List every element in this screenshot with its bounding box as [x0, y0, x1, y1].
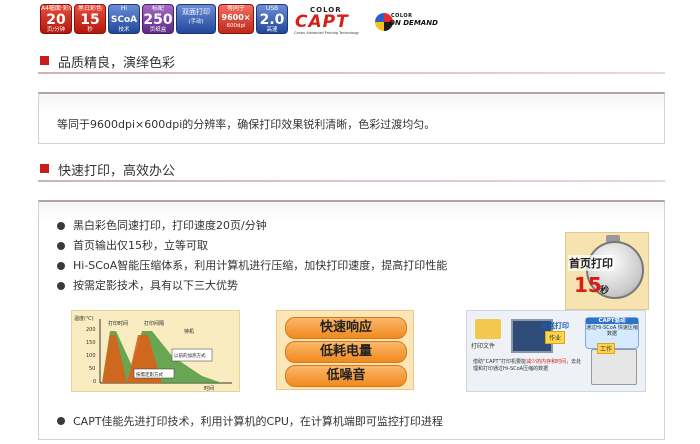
chart-tick: 50 [89, 366, 95, 372]
list-item: Hi-SCoA智能压缩体系，利用计算机进行压缩，加快打印速度，提高打印性能 [57, 256, 447, 276]
chart-tick: 100 [86, 353, 96, 359]
list-item: 黑白彩色同速打印，打印速度20页/分钟 [57, 216, 447, 236]
bullet-icon [57, 262, 65, 270]
list-item: 按需定影技术，具有以下三大优势 [57, 276, 447, 296]
desc-highlight: 减少的内存和时间 [526, 359, 567, 365]
color-on-demand-logo: COLOR ON DEMAND [375, 11, 450, 33]
stopwatch-image: 首页打印 15 秒 [565, 232, 649, 310]
badge-top-label: 等同于 [226, 5, 245, 12]
section-divider [38, 180, 665, 182]
capt-logo-word: CAPT [295, 12, 349, 32]
badge-unit: 高速 [266, 27, 278, 33]
chart-x-label: 时间 [204, 385, 214, 391]
capt-logo: COLOR CAPT Canon Advanced Printing Techn… [292, 6, 372, 36]
fusing-chart-graphic: 温度(℃) 200 150 100 50 0 打印时间 打印间隔 待机 以前的加… [74, 315, 232, 391]
chart-label: 打印间隔 [144, 320, 164, 327]
badge-unit: 技术 [118, 27, 130, 33]
task-tag: 作业 [545, 331, 566, 344]
badge-duplex: 双面打印 (手动) [176, 4, 216, 34]
bubble-title: CAPT驱动 [586, 318, 638, 324]
list-item-text: Hi-SCoA智能压缩体系，利用计算机进行压缩，加快打印速度，提高打印性能 [73, 259, 448, 272]
stopwatch-number: 15 [574, 273, 602, 297]
section-quality-panel: 等同于9600dpi×600dpi的分辨率，确保打印效果锐利清晰，色彩过渡均匀。 [38, 92, 665, 144]
bubble-text: 通过Hi-SCoA 快速压缩数据 [586, 325, 638, 337]
section-divider [38, 72, 665, 74]
desc-part: 借助“CAPT”打印机要能 [473, 359, 527, 365]
section-title: 品质精良，演绎色彩 [58, 56, 176, 71]
section-quality-header: 品质精良，演绎色彩 [38, 48, 665, 74]
feature-badges: A4幅面·彩色 20 页/分钟 黑白彩色 15 秒 Hi SCoA 技术 标配 … [40, 2, 480, 36]
stopwatch-unit: 秒 [600, 286, 610, 296]
fusing-benefits-box: 快速响应 低耗电量 低噪音 [276, 310, 414, 390]
file-label: 打印文件 [471, 343, 496, 350]
benefit-pill: 低耗电量 [285, 341, 407, 363]
bullet-icon [57, 242, 65, 250]
badge-paper-tray: 标配 250 页纸盒 [142, 4, 174, 34]
list-item-text: 按需定影技术，具有以下三大优势 [73, 279, 238, 292]
badge-top-label: 双面打印 [182, 8, 210, 16]
chart-label: 以前的加热方式 [174, 352, 206, 359]
badge-first-page: 黑白彩色 15 秒 [74, 4, 106, 34]
chart-label: 打印时间 [108, 320, 128, 327]
badge-value: 9600× [221, 13, 251, 22]
chart-tick: 0 [93, 379, 96, 385]
capt-description: 借助“CAPT”打印机要能减少的内存和时间，去处理和打印通过Hi-SCoA压缩的… [473, 359, 585, 373]
list-item-text: 黑白彩色同速打印，打印速度20页/分钟 [73, 219, 267, 232]
chart-label: 按需定影方式 [136, 371, 163, 378]
badge-unit: 页纸盒 [149, 27, 167, 33]
section-speed-header: 快速打印，高效办公 [38, 156, 665, 182]
folder-icon [475, 319, 501, 339]
bullet-icon [57, 417, 65, 425]
chart-tick: 150 [86, 340, 96, 346]
fusing-chart-image: 温度(℃) 200 150 100 50 0 打印时间 打印间隔 待机 以前的加… [71, 310, 240, 392]
chart-y-label: 温度(℃) [74, 315, 94, 322]
badge-top-label: Hi [120, 5, 128, 12]
badge-unit: 600dpi [226, 23, 246, 29]
badge-resolution: 等同于 9600× 600dpi [218, 4, 254, 34]
badge-value: 250 [143, 12, 173, 28]
section-title: 快速打印，高效办公 [58, 164, 176, 179]
red-square-icon [40, 164, 49, 173]
capt-diagram-image: 打印文件 发送打印 作业 CAPT驱动 通过Hi-SCoA 快速压缩数据 工作 … [466, 310, 646, 392]
badge-value: 15 [80, 12, 100, 28]
badge-value: 2.0 [259, 12, 285, 28]
list-item: 首页输出仅15秒，立等可取 [57, 236, 447, 256]
list-item: CAPT佳能先进打印技术，利用计算机的CPU，在计算机端即可监控打印进程 [57, 413, 443, 429]
section-speed-panel: 黑白彩色同速打印，打印速度20页/分钟 首页输出仅15秒，立等可取 Hi-SCo… [38, 200, 665, 440]
feature-list: 黑白彩色同速打印，打印速度20页/分钟 首页输出仅15秒，立等可取 Hi-SCo… [57, 216, 447, 296]
capt-logo-subtitle: Canon Advanced Printing Technology [294, 31, 359, 35]
cod-logo-line2: ON DEMAND [389, 19, 438, 27]
printer-tag: 工作 [597, 343, 616, 354]
badge-usb: USB 2.0 高速 [256, 4, 288, 34]
bullet-icon [57, 282, 65, 290]
stopwatch-label: 首页打印 [568, 255, 614, 271]
list-item-text: 首页输出仅15秒，立等可取 [73, 239, 208, 252]
printer-icon [591, 349, 637, 385]
chart-label: 待机 [184, 328, 194, 335]
benefit-pill: 低噪音 [285, 365, 407, 387]
red-square-icon [40, 56, 49, 65]
chart-tick: 200 [86, 327, 96, 333]
list-item-text: CAPT佳能先进打印技术，利用计算机的CPU，在计算机端即可监控打印进程 [73, 415, 443, 428]
badge-speed: A4幅面·彩色 20 页/分钟 [40, 4, 72, 34]
badge-unit: (手动) [188, 19, 204, 25]
quality-description: 等同于9600dpi×600dpi的分辨率，确保打印效果锐利清晰，色彩过渡均匀。 [57, 118, 436, 131]
benefit-pill: 快速响应 [285, 317, 407, 339]
badge-hi-scoa: Hi SCoA 技术 [108, 4, 140, 34]
badge-value: 20 [46, 12, 66, 28]
badge-unit: 秒 [87, 27, 93, 33]
badge-unit: 页/分钟 [46, 27, 66, 33]
bullet-icon [57, 222, 65, 230]
badge-value: SCoA [110, 15, 138, 25]
send-label: 发送打印 [541, 322, 569, 330]
